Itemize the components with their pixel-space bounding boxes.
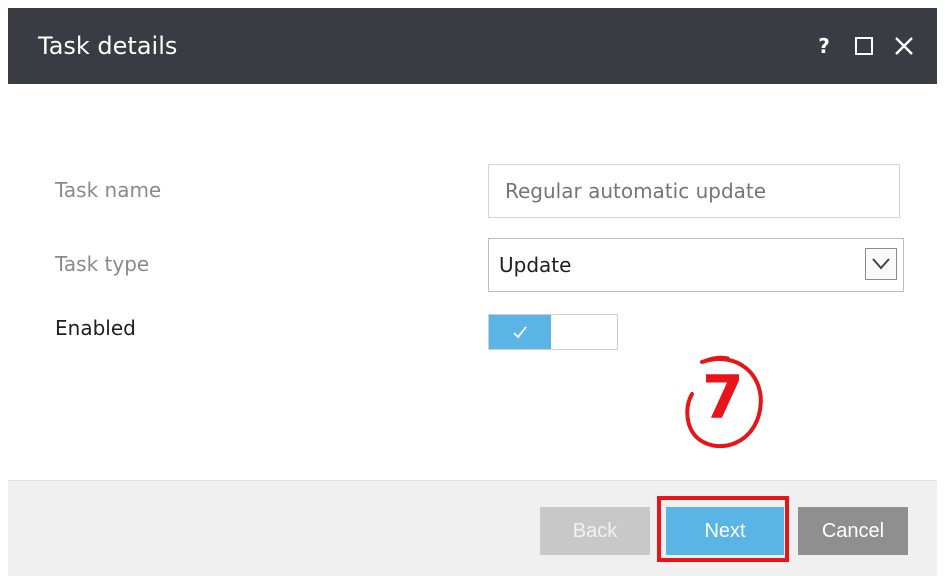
close-icon[interactable]	[891, 33, 917, 59]
window-controls: ?	[811, 8, 917, 84]
dialog-footer: Back Next Cancel	[8, 480, 937, 576]
title-bar: Task details ?	[8, 8, 937, 84]
task-type-row: Task type Update	[8, 238, 937, 294]
cancel-button[interactable]: Cancel	[798, 507, 908, 555]
chevron-down-icon[interactable]	[865, 248, 897, 280]
task-type-selected-value: Update	[499, 253, 572, 277]
enabled-row: Enabled	[8, 312, 937, 352]
step-number: 7	[702, 363, 744, 433]
dialog-title: Task details	[38, 32, 178, 60]
task-name-label: Task name	[55, 178, 162, 202]
task-type-label: Task type	[55, 252, 150, 276]
enabled-label: Enabled	[55, 316, 136, 340]
step-annotation: 7	[680, 350, 770, 460]
checkmark-icon	[489, 315, 551, 349]
task-name-row: Task name	[8, 164, 937, 220]
enabled-toggle[interactable]	[488, 314, 618, 350]
task-type-select[interactable]: Update	[488, 238, 904, 292]
next-button[interactable]: Next	[666, 507, 784, 555]
task-name-input[interactable]	[488, 164, 900, 218]
back-button[interactable]: Back	[540, 507, 650, 555]
task-details-dialog: Task details ? Task name Task type Updat…	[0, 0, 945, 576]
help-button[interactable]: ?	[811, 33, 837, 59]
maximize-icon[interactable]	[851, 33, 877, 59]
